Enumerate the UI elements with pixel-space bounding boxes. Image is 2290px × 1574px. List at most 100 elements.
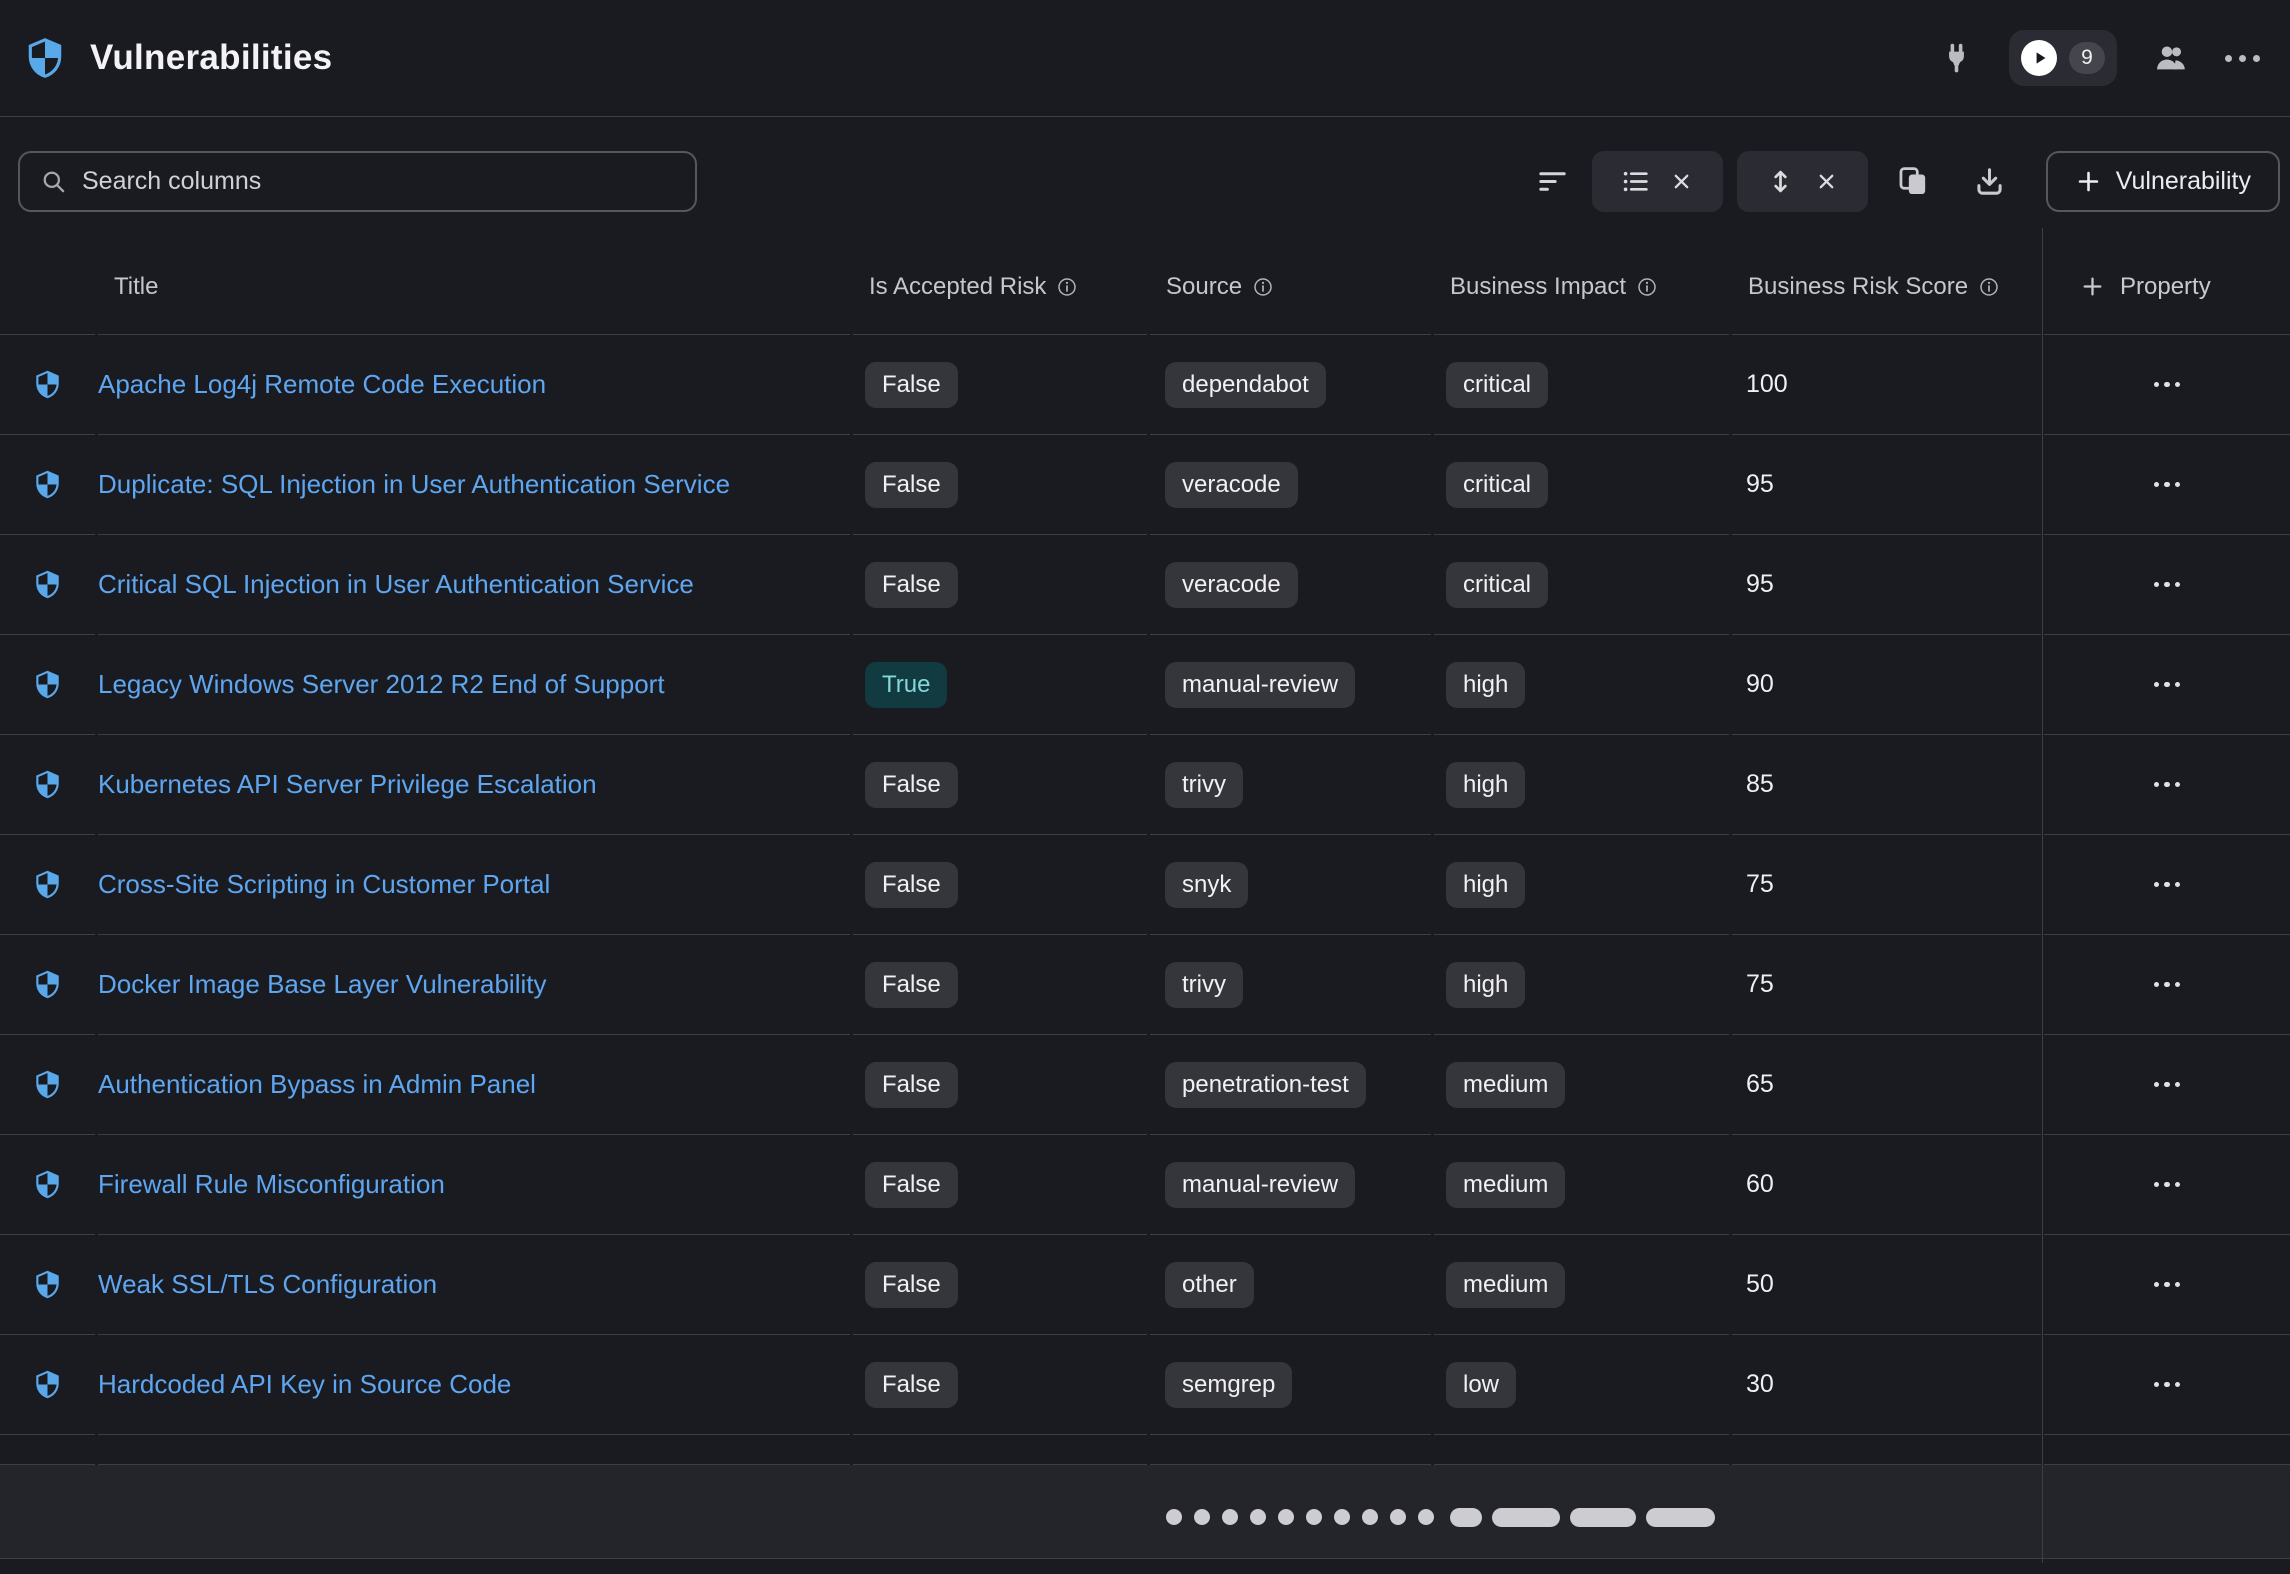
- source-badge: snyk: [1165, 862, 1248, 908]
- table-toolbar: Vulnerability: [18, 151, 2280, 212]
- vulnerability-title-cell: Legacy Windows Server 2012 R2 End of Sup…: [98, 634, 850, 734]
- source-badge: penetration-test: [1165, 1062, 1366, 1108]
- column-header-source[interactable]: Source: [1150, 239, 1431, 334]
- accepted-risk-badge: False: [865, 1162, 958, 1208]
- vulnerability-title-cell: Critical SQL Injection in User Authentic…: [98, 534, 850, 634]
- shield-icon: [33, 868, 62, 901]
- vulnerability-title-link[interactable]: Docker Image Base Layer Vulnerability: [98, 969, 546, 1000]
- add-vulnerability-button[interactable]: Vulnerability: [2046, 151, 2280, 212]
- source-badge: other: [1165, 1262, 1254, 1308]
- source-cell: dependabot: [1150, 334, 1431, 434]
- column-header-is-accepted-risk[interactable]: Is Accepted Risk: [853, 239, 1147, 334]
- vulnerability-title-link[interactable]: Legacy Windows Server 2012 R2 End of Sup…: [98, 669, 665, 700]
- toolbar-actions: Vulnerability: [1537, 151, 2280, 212]
- vulnerability-title-link[interactable]: Hardcoded API Key in Source Code: [98, 1369, 511, 1400]
- row-menu-button[interactable]: [2144, 1372, 2191, 1398]
- source-cell: semgrep: [1150, 1334, 1431, 1434]
- row-actions-cell: [2044, 634, 2290, 734]
- business-risk-score-value: 100: [1746, 370, 1788, 399]
- business-impact-badge: medium: [1446, 1162, 1565, 1208]
- row-menu-button[interactable]: [2144, 1072, 2191, 1098]
- row-menu-button[interactable]: [2144, 872, 2191, 898]
- row-menu-button[interactable]: [2144, 372, 2191, 398]
- source-badge: semgrep: [1165, 1362, 1292, 1408]
- column-header-title[interactable]: Title: [98, 239, 850, 334]
- filter-icon[interactable]: [1537, 166, 1568, 197]
- accepted-risk-badge: False: [865, 362, 958, 408]
- search-columns-box[interactable]: [18, 151, 697, 212]
- row-menu-button[interactable]: [2144, 972, 2191, 998]
- sort-pill[interactable]: [1737, 151, 1868, 212]
- row-menu-button[interactable]: [2144, 1272, 2191, 1298]
- business-impact-badge: high: [1446, 762, 1525, 808]
- row-actions-cell: [2044, 534, 2290, 634]
- info-icon[interactable]: [1979, 277, 1999, 297]
- source-badge: manual-review: [1165, 1162, 1355, 1208]
- row-menu-button[interactable]: [2144, 572, 2191, 598]
- vulnerability-title-link[interactable]: Apache Log4j Remote Code Execution: [98, 369, 546, 400]
- vulnerability-title-link[interactable]: Weak SSL/TLS Configuration: [98, 1269, 437, 1300]
- business-impact-badge: critical: [1446, 562, 1548, 608]
- business-risk-score-value: 95: [1746, 570, 1774, 599]
- accepted-risk-badge: False: [865, 462, 958, 508]
- row-shield-cell: [0, 634, 95, 734]
- add-property-column-button[interactable]: Property: [2044, 239, 2290, 334]
- vulnerability-title-link[interactable]: Kubernetes API Server Privilege Escalati…: [98, 769, 597, 800]
- info-icon[interactable]: [1253, 277, 1273, 297]
- row-actions-cell: [2044, 734, 2290, 834]
- run-status-pill[interactable]: 9: [2009, 30, 2117, 86]
- is-accepted-risk-cell: False: [853, 1234, 1147, 1334]
- info-icon[interactable]: [1057, 277, 1077, 297]
- group-by-pill[interactable]: [1592, 151, 1723, 212]
- row-shield-cell: [0, 434, 95, 534]
- business-risk-score-cell: 85: [1732, 734, 2041, 834]
- shield-icon: [33, 1168, 62, 1201]
- business-risk-score-cell: 65: [1732, 1034, 2041, 1134]
- users-icon[interactable]: [2153, 40, 2189, 76]
- source-cell: veracode: [1150, 534, 1431, 634]
- row-shield-cell: [0, 334, 95, 434]
- column-header-business-risk-score[interactable]: Business Risk Score: [1732, 239, 2041, 334]
- shield-icon: [33, 568, 62, 601]
- vulnerability-title-link[interactable]: Cross-Site Scripting in Customer Portal: [98, 869, 550, 900]
- search-input[interactable]: [82, 167, 675, 196]
- row-menu-button[interactable]: [2144, 772, 2191, 798]
- shield-icon: [33, 768, 62, 801]
- empty-row-strip: [98, 1434, 850, 1465]
- business-impact-cell: critical: [1434, 534, 1729, 634]
- row-menu-button[interactable]: [2144, 672, 2191, 698]
- column-header-icon: [0, 239, 95, 334]
- plug-icon[interactable]: [1940, 42, 1973, 75]
- is-accepted-risk-cell: False: [853, 834, 1147, 934]
- copy-icon[interactable]: [1896, 164, 1931, 199]
- download-icon[interactable]: [1973, 165, 2006, 198]
- vulnerability-title-link[interactable]: Duplicate: SQL Injection in User Authent…: [98, 469, 730, 500]
- business-risk-score-cell: 75: [1732, 934, 2041, 1034]
- column-header-business-impact[interactable]: Business Impact: [1434, 239, 1729, 334]
- source-cell: trivy: [1150, 934, 1431, 1034]
- list-view-icon: [1621, 167, 1650, 196]
- vulnerability-title-link[interactable]: Critical SQL Injection in User Authentic…: [98, 569, 694, 600]
- vulnerability-title-link[interactable]: Authentication Bypass in Admin Panel: [98, 1069, 536, 1100]
- is-accepted-risk-cell: False: [853, 534, 1147, 634]
- row-menu-button[interactable]: [2144, 1172, 2191, 1198]
- clear-icon[interactable]: [1814, 169, 1839, 194]
- more-options-icon[interactable]: [2225, 55, 2260, 62]
- vulnerability-title-cell: Docker Image Base Layer Vulnerability: [98, 934, 850, 1034]
- info-icon[interactable]: [1637, 277, 1657, 297]
- business-impact-cell: medium: [1434, 1034, 1729, 1134]
- property-column-divider: [2042, 228, 2043, 1563]
- accepted-risk-badge: False: [865, 1062, 958, 1108]
- business-risk-score-cell: 95: [1732, 534, 2041, 634]
- row-shield-cell: [0, 534, 95, 634]
- business-risk-score-cell: 60: [1732, 1134, 2041, 1234]
- source-badge: veracode: [1165, 562, 1298, 608]
- vulnerability-title-cell: Authentication Bypass in Admin Panel: [98, 1034, 850, 1134]
- clear-icon[interactable]: [1669, 169, 1694, 194]
- row-menu-button[interactable]: [2144, 472, 2191, 498]
- sort-icon: [1766, 167, 1795, 196]
- table-footer-loading: [0, 1465, 2290, 1559]
- row-actions-cell: [2044, 1334, 2290, 1434]
- row-shield-cell: [0, 1034, 95, 1134]
- vulnerability-title-link[interactable]: Firewall Rule Misconfiguration: [98, 1169, 445, 1200]
